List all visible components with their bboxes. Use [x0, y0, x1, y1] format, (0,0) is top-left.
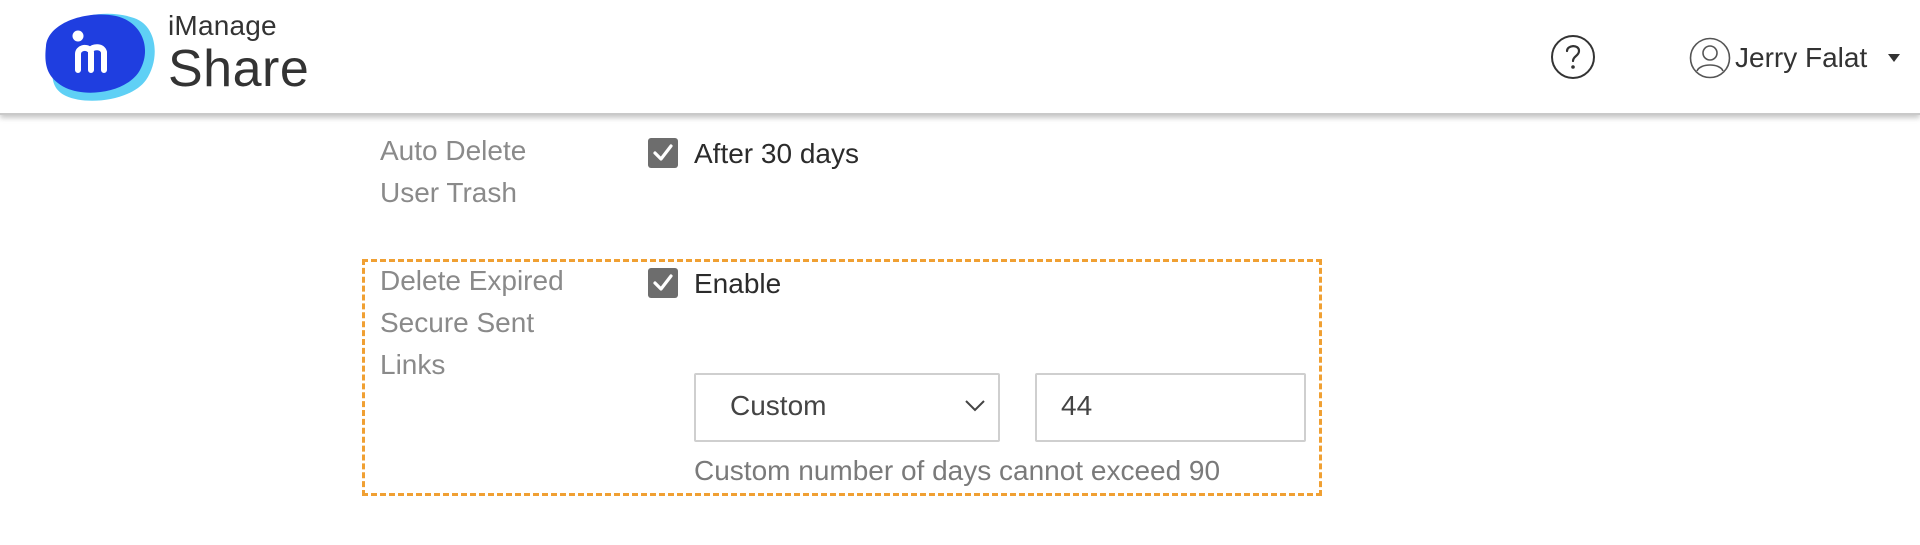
label-line: Links: [380, 349, 446, 380]
help-button[interactable]: [1550, 34, 1596, 80]
expiry-period-select[interactable]: Custom: [694, 373, 1000, 442]
app-header: iManage Share Jerry Falat: [0, 0, 1920, 115]
brand-name: iManage Share: [168, 10, 309, 96]
user-menu[interactable]: Jerry Falat: [1689, 37, 1901, 79]
user-name: Jerry Falat: [1735, 42, 1868, 73]
auto-delete-trash-option[interactable]: After 30 days: [694, 136, 859, 172]
imanage-logo-icon: [36, 8, 161, 103]
custom-days-helper-text: Custom number of days cannot exceed 90: [694, 455, 1221, 486]
brand-title: iManage: [168, 10, 277, 41]
label-line: User Trash: [380, 177, 517, 208]
checkmark-icon: [653, 144, 673, 161]
label-line: Delete Expired: [380, 265, 564, 296]
question-icon: [1551, 35, 1595, 79]
auto-delete-trash-label: Auto Delete User Trash: [380, 130, 526, 214]
expiry-period-value: Custom: [730, 390, 827, 421]
user-avatar-icon: [1689, 37, 1731, 79]
delete-expired-links-enable[interactable]: Enable: [694, 266, 781, 302]
auto-delete-trash-checkbox[interactable]: [648, 138, 678, 168]
custom-days-input[interactable]: 44: [1035, 373, 1306, 442]
caret-down-icon: [1888, 54, 1901, 62]
label-line: Auto Delete: [380, 135, 527, 166]
custom-days-value: 44: [1061, 390, 1093, 421]
chevron-down-icon: [965, 400, 985, 412]
delete-expired-links-label: Delete Expired Secure Sent Links: [380, 260, 564, 386]
delete-expired-links-checkbox[interactable]: [648, 268, 678, 298]
brand-subtitle: Share: [168, 40, 310, 98]
checkmark-icon: [653, 274, 673, 291]
label-line: Secure Sent: [380, 307, 535, 338]
